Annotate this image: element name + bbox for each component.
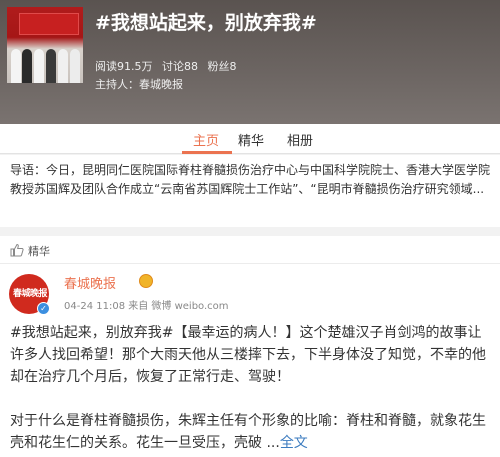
- essence-section-header: 精华: [0, 236, 500, 264]
- cover-person: [58, 49, 68, 83]
- post-paragraph: #我想站起来，别放弃我#【最幸运的病人！】这个楚雄汉子肖剑鸿的故事让许多人找回希…: [10, 325, 486, 385]
- avatar-logo-text: 春城晚报: [13, 289, 48, 299]
- verified-badge-icon: ✓: [37, 302, 50, 315]
- post-meta: 04-24 11:08 来自 微博 weibo.com: [64, 301, 229, 312]
- cover-person: [34, 49, 44, 83]
- topic-header: #我想站起来，别放弃我# 阅读91.5万 讨论88 粉丝8 主持人：春城晚报: [0, 0, 500, 124]
- topic-cover-image[interactable]: [7, 7, 83, 83]
- topic-guide[interactable]: 导语：今日，昆明同仁医院国际脊柱脊髓损伤治疗中心与中国科学院院士、香港大学医学院…: [0, 155, 500, 227]
- medal-icon[interactable]: [139, 274, 153, 288]
- topic-title: #我想站起来，别放弃我#: [95, 12, 317, 34]
- full-text-link[interactable]: 全文: [280, 435, 308, 451]
- cover-person: [70, 49, 80, 83]
- post-paragraph: 对于什么是脊柱脊髓损伤，朱辉主任有个形象的比喻：脊柱和脊髓，就象花生壳和花生仁的…: [10, 410, 492, 454]
- tab-bar: 主页 精华 相册: [0, 124, 500, 154]
- active-tab-indicator: [182, 151, 232, 154]
- tab-essence[interactable]: 精华: [238, 130, 264, 149]
- cover-person: [46, 49, 56, 83]
- topic-host[interactable]: 主持人：春城晚报: [95, 76, 183, 92]
- cover-banner: [19, 13, 79, 35]
- post-paragraph-text: 对于什么是脊柱脊髓损伤，朱辉主任有个形象的比喻：脊柱和脊髓，就象花生壳和花生仁的…: [10, 413, 486, 451]
- read-count: 阅读91.5万: [95, 60, 153, 73]
- topic-stats: 阅读91.5万 讨论88 粉丝8: [95, 58, 243, 74]
- essence-label: 精华: [28, 245, 50, 258]
- post-author[interactable]: 春城晚报: [64, 273, 116, 292]
- post-body: #我想站起来，别放弃我#【最幸运的病人！】这个楚雄汉子肖剑鸿的故事让许多人找回希…: [10, 322, 492, 457]
- weibo-post: 春城晚报 ✓ 春城晚报 04-24 11:08 来自 微博 weibo.com …: [0, 264, 500, 457]
- tab-album[interactable]: 相册: [287, 130, 313, 149]
- discussion-count: 讨论88: [162, 60, 198, 73]
- thumbs-up-icon: [10, 243, 24, 257]
- fan-count: 粉丝8: [207, 60, 237, 73]
- cover-person: [22, 49, 32, 83]
- tab-home[interactable]: 主页: [193, 130, 219, 149]
- cover-person: [11, 49, 21, 83]
